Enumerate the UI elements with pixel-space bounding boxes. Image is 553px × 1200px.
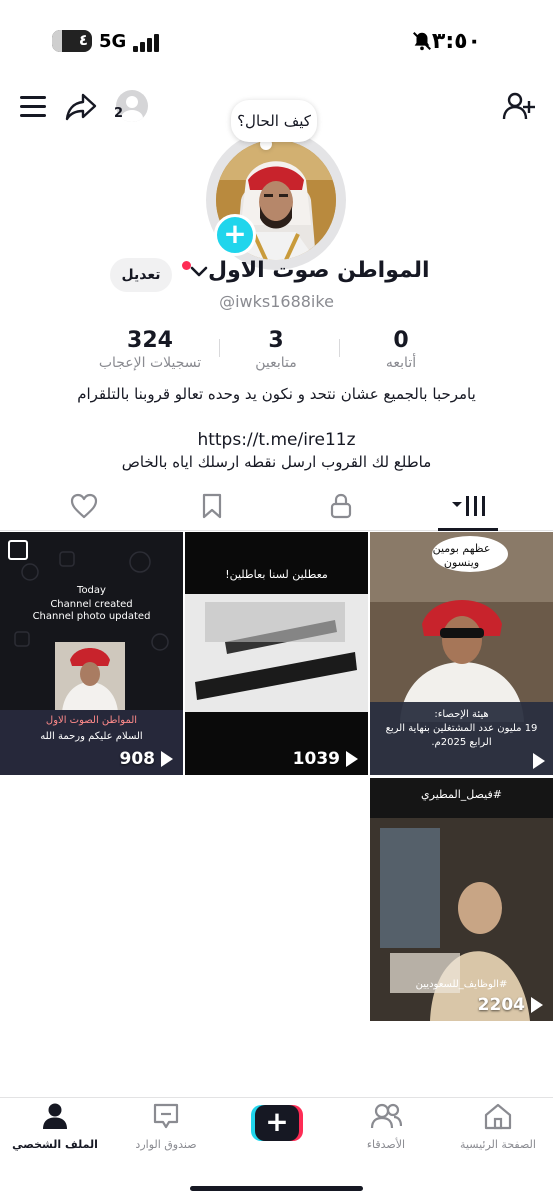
signal-icon xyxy=(133,32,161,52)
overlay-text: Channel photo updated xyxy=(32,611,151,622)
overlay-text: #فيصل_المطيري xyxy=(421,788,502,801)
play-icon xyxy=(346,751,358,767)
home-indicator xyxy=(190,1186,363,1191)
status-bar: ٤ 5G ٣:٥٠ xyxy=(0,0,553,80)
battery-level: ٤ xyxy=(78,31,88,49)
tab-videos[interactable] xyxy=(452,494,488,522)
tab-liked[interactable] xyxy=(68,493,100,523)
mute-bell-icon xyxy=(411,30,433,57)
nav-profile[interactable]: الملف الشخصي xyxy=(0,1102,110,1151)
profile-icon xyxy=(41,1103,69,1134)
view-count: 908 xyxy=(120,749,173,769)
display-name[interactable]: المواطن صوت الاول xyxy=(208,258,430,283)
bookmark-icon xyxy=(201,493,223,523)
play-icon xyxy=(531,997,543,1013)
nav-profile-label: الملف الشخصي xyxy=(12,1138,98,1151)
account-count-badge: 2 xyxy=(114,106,124,121)
status-time: ٣:٥٠ xyxy=(431,29,481,54)
caption-title: هيئة الإحصاء: xyxy=(434,709,489,720)
friends-icon xyxy=(370,1103,403,1134)
likes-count: 324 xyxy=(127,328,173,353)
nav-inbox-label: صندوق الوارد xyxy=(135,1138,197,1151)
nav-friends[interactable]: الأصدقاء xyxy=(331,1102,441,1151)
view-count xyxy=(533,753,545,769)
view-count: 1039 xyxy=(293,749,358,769)
nav-home[interactable]: الصفحة الرئيسية xyxy=(443,1102,553,1151)
username: @iwks1688ike xyxy=(219,292,334,311)
add-friend-icon[interactable] xyxy=(501,88,537,124)
overlay-text: Today xyxy=(77,585,106,596)
following-count: 0 xyxy=(393,328,409,353)
tab-saved[interactable] xyxy=(196,493,228,523)
caption-title: المواطن الصوت الاول xyxy=(45,715,138,726)
nav-inbox[interactable]: صندوق الوارد xyxy=(111,1102,221,1151)
heart-icon xyxy=(70,493,98,523)
active-tab-indicator xyxy=(438,528,498,531)
likes-label: تسجيلات الإعجاب xyxy=(98,355,202,371)
stat-likes[interactable]: 324 تسجيلات الإعجاب xyxy=(80,328,220,371)
plus-icon: + xyxy=(255,1105,299,1141)
play-icon xyxy=(161,751,173,767)
network-type: 5G xyxy=(99,31,127,52)
followers-count: 3 xyxy=(268,328,284,353)
video-tile[interactable]: معطلين لسنا بعاطلين! 1039 xyxy=(185,532,368,775)
tab-private[interactable] xyxy=(325,493,357,523)
battery-icon: ٤ xyxy=(52,30,92,52)
create-button[interactable]: + xyxy=(251,1105,303,1141)
video-tile[interactable]: Today Channel created Channel photo upda… xyxy=(0,532,183,775)
note-bubble[interactable]: كيف الحال؟ xyxy=(231,100,317,142)
following-label: أتابعه xyxy=(385,355,417,371)
bio-line: يامرحبا بالجميع عشان نتحد و نكون يد وحده… xyxy=(77,385,476,403)
overlay-text: عظهم بومين xyxy=(432,542,491,555)
caption-text: السلام عليكم ورحمة الله xyxy=(40,731,143,742)
multi-photo-icon xyxy=(8,540,28,560)
play-icon xyxy=(533,753,545,769)
lock-icon xyxy=(329,493,353,523)
grid-icon xyxy=(452,493,488,523)
video-tile[interactable]: عظهم بومين وينسون هيئة الإحصاء: 19 مليون… xyxy=(370,532,553,775)
caption-text: 19 مليون عدد المشتغلين بنهاية الربع الرا… xyxy=(385,723,538,748)
stat-followers[interactable]: 3 متابعين xyxy=(206,328,346,371)
bio-link[interactable]: https://t.me/ire11z xyxy=(0,430,553,450)
caption-text: #الوظايف_للسعوديين xyxy=(415,979,508,990)
overlay-text: معطلين لسنا بعاطلين! xyxy=(225,568,328,581)
overlay-text: وينسون xyxy=(443,556,480,569)
view-count: 2204 xyxy=(478,995,543,1015)
menu-icon[interactable] xyxy=(18,92,48,122)
nav-home-label: الصفحة الرئيسية xyxy=(460,1138,536,1151)
chevron-down-icon[interactable] xyxy=(190,264,208,278)
inbox-icon xyxy=(152,1103,180,1134)
nav-friends-label: الأصدقاء xyxy=(366,1138,406,1151)
followers-label: متابعين xyxy=(255,355,297,371)
bio-line: ماطلع لك القروب ارسل نقطه ارسلك اياه بال… xyxy=(121,453,432,471)
home-icon xyxy=(483,1103,513,1134)
share-icon[interactable] xyxy=(64,90,98,124)
edit-profile-button[interactable]: تعديل xyxy=(110,258,172,292)
add-story-plus-icon[interactable]: + xyxy=(214,214,256,256)
bottom-nav-divider xyxy=(0,1097,553,1098)
video-tile[interactable]: #فيصل_المطيري #الوظايف_للسعوديين 2204 xyxy=(370,778,553,1021)
stat-following[interactable]: 0 أتابعه xyxy=(331,328,471,371)
